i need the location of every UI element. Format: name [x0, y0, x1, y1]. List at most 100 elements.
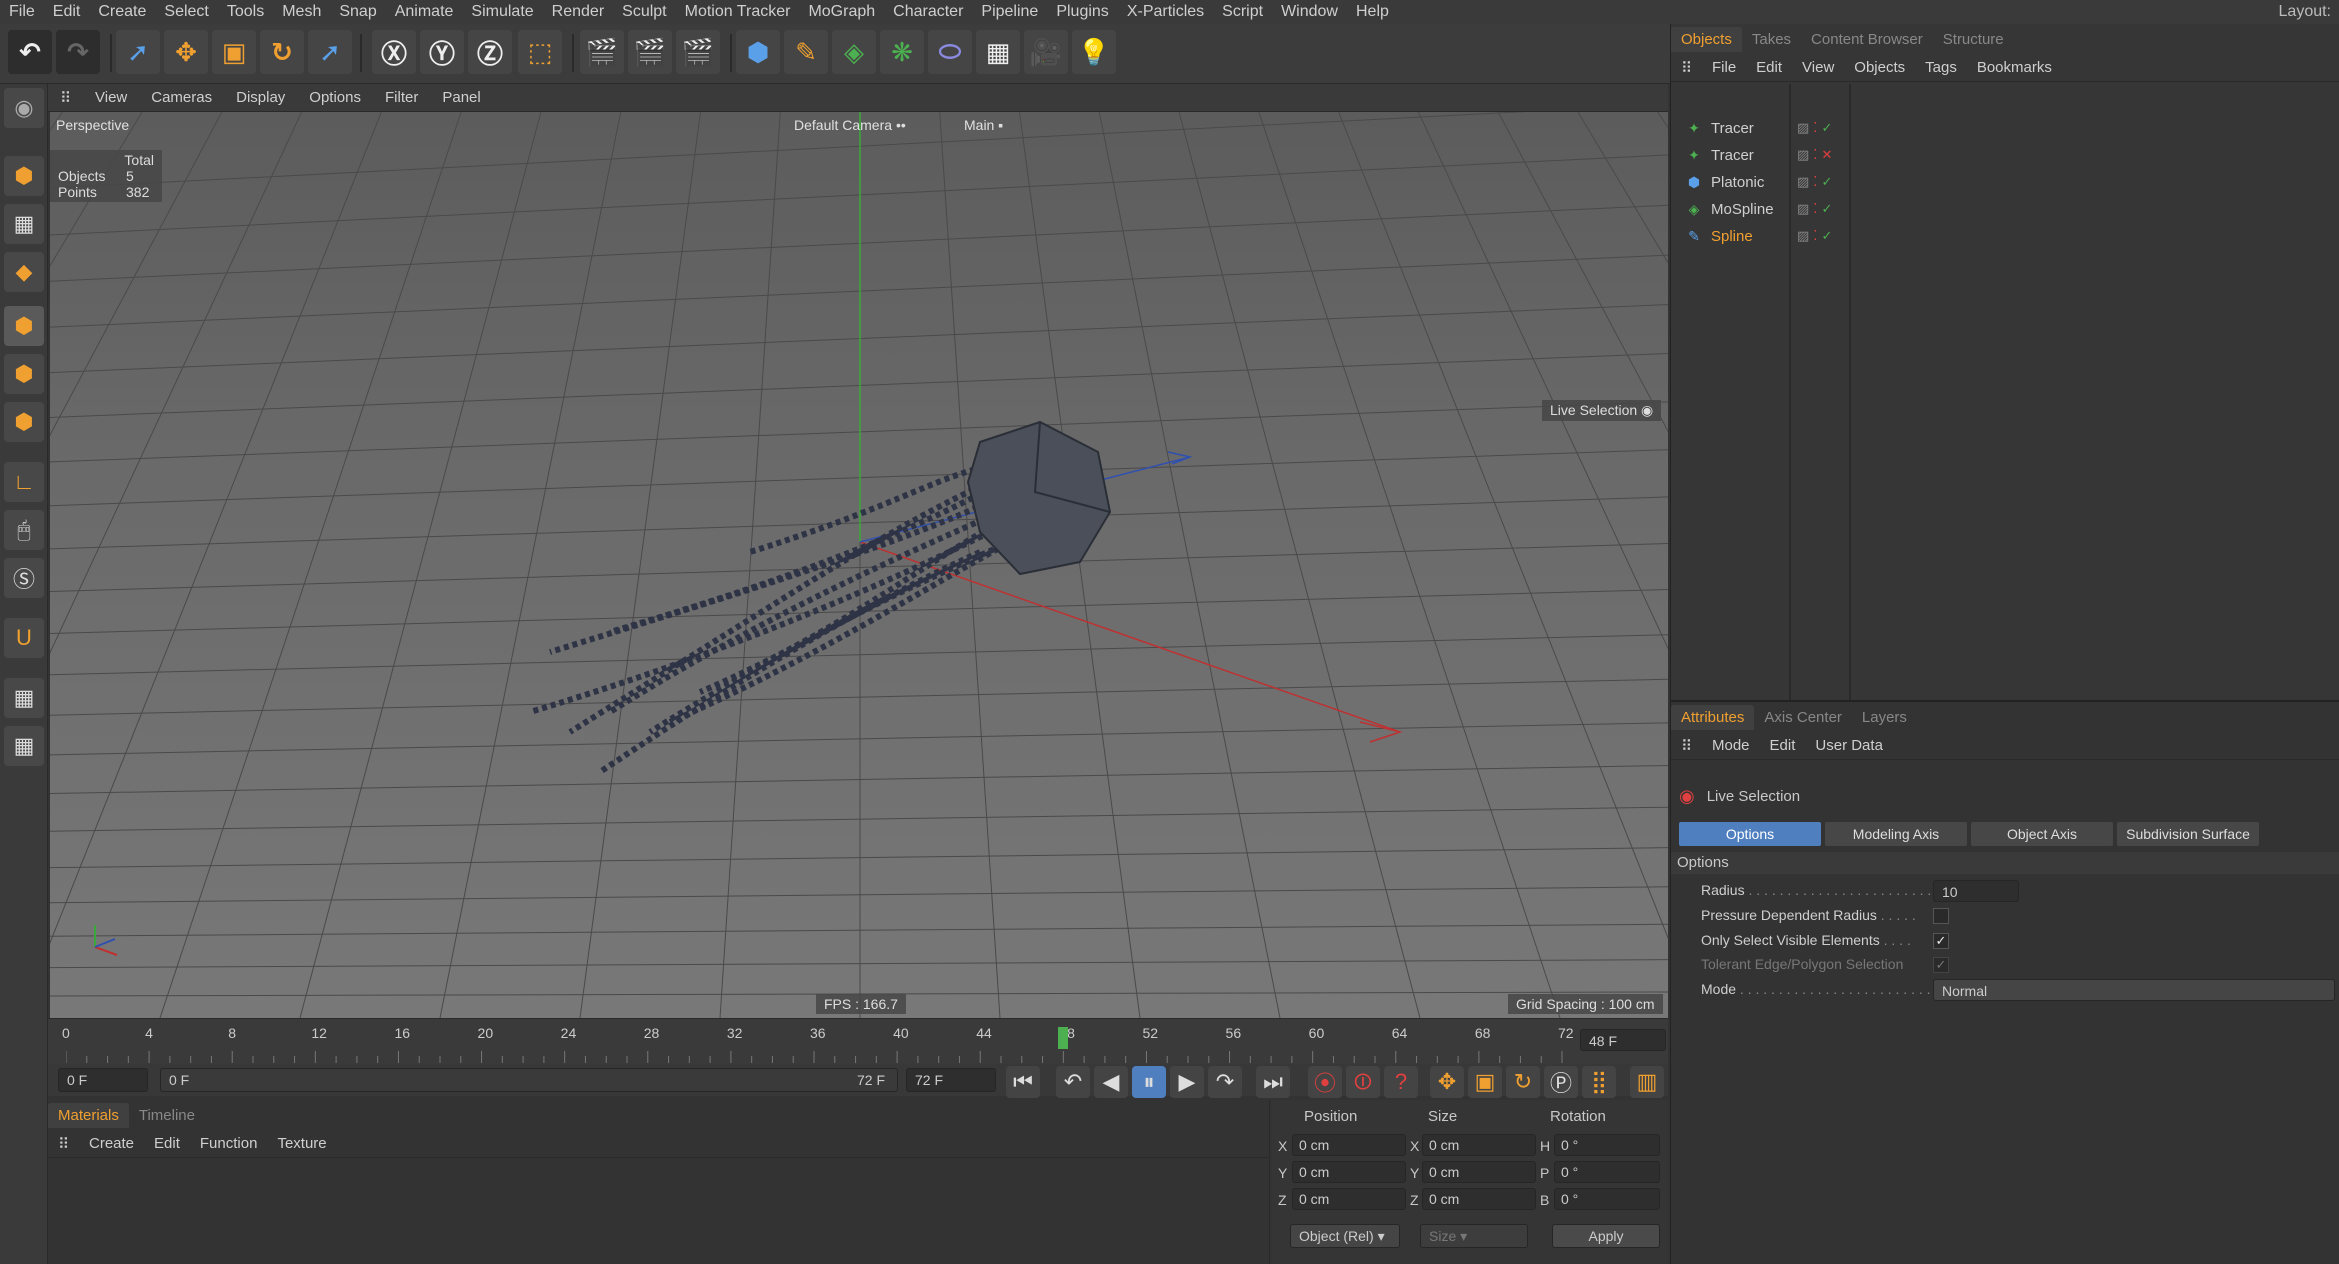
coordinate-system-button[interactable]: ⬚: [518, 30, 562, 74]
tab-materials[interactable]: Materials: [48, 1102, 129, 1128]
polygons-mode-icon[interactable]: ⬢: [4, 402, 44, 442]
record-position-button[interactable]: ✥: [1430, 1066, 1464, 1098]
viewport-menu-display[interactable]: Display: [224, 89, 297, 106]
pressure-radius-checkbox[interactable]: [1933, 908, 1949, 924]
layer-swatch-icon[interactable]: ▨: [1797, 120, 1809, 136]
object-menu-tags[interactable]: Tags: [1915, 59, 1967, 76]
object-row-tracer[interactable]: ✦ Tracer: [1685, 115, 1754, 141]
tab-attributes[interactable]: Attributes: [1671, 704, 1755, 730]
start-frame-field[interactable]: 0 F: [58, 1068, 148, 1092]
visibility-dots-icon[interactable]: ⁚: [1813, 201, 1817, 217]
menu-sculpt[interactable]: Sculpt: [613, 3, 675, 21]
layer-swatch-icon[interactable]: ▨: [1797, 228, 1809, 244]
layer-swatch-icon[interactable]: ▨: [1797, 174, 1809, 190]
snap-icon[interactable]: Ⓢ: [4, 558, 44, 598]
record-point-level-button[interactable]: ⣿: [1582, 1066, 1616, 1098]
axis-mode-icon[interactable]: ∟: [4, 462, 44, 502]
tab-takes[interactable]: Takes: [1742, 27, 1801, 52]
visibility-dots-icon[interactable]: ⁚: [1813, 174, 1817, 190]
edges-mode-icon[interactable]: ⬢: [4, 354, 44, 394]
material-menu-texture[interactable]: Texture: [267, 1135, 336, 1152]
menu-pipeline[interactable]: Pipeline: [972, 3, 1047, 21]
visible-elements-checkbox[interactable]: ✓: [1933, 933, 1949, 949]
texture-mode-icon[interactable]: ▦: [4, 204, 44, 244]
playhead-marker[interactable]: [1058, 1027, 1069, 1049]
visibility-dots-icon[interactable]: ⁚: [1813, 228, 1817, 244]
menu-x-particles[interactable]: X-Particles: [1118, 3, 1213, 21]
frame-range-slider[interactable]: 0 F 72 F: [160, 1068, 898, 1092]
object-row-spline[interactable]: ✎ Spline: [1685, 223, 1753, 249]
menu-character[interactable]: Character: [884, 3, 972, 21]
grid-icon[interactable]: ▦: [4, 726, 44, 766]
size-y-field[interactable]: 0 cm: [1422, 1161, 1536, 1183]
camera-label[interactable]: Default Camera ••: [794, 117, 906, 133]
layer-swatch-icon[interactable]: ▨: [1797, 201, 1809, 217]
coordinate-mode-select[interactable]: Object (Rel) ▾: [1290, 1224, 1400, 1248]
live-selection-tool-button[interactable]: ➚: [116, 30, 160, 74]
object-menu-objects[interactable]: Objects: [1844, 59, 1915, 76]
cloner-button[interactable]: ❋: [880, 30, 924, 74]
points-mode-icon[interactable]: ⬢: [4, 306, 44, 346]
mode-select[interactable]: Normal: [1933, 979, 2335, 1001]
pause-button[interactable]: ⏸: [1132, 1066, 1166, 1098]
goto-next-key-button[interactable]: ↷: [1208, 1066, 1242, 1098]
timeline-window-button[interactable]: ▥: [1630, 1066, 1664, 1098]
size-mode-select[interactable]: Size ▾: [1420, 1224, 1528, 1248]
scale-tool-button[interactable]: ▣: [212, 30, 256, 74]
position-x-field[interactable]: 0 cm: [1292, 1134, 1406, 1156]
viewport-menu-options[interactable]: Options: [297, 89, 373, 106]
menu-plugins[interactable]: Plugins: [1047, 3, 1117, 21]
viewport-menu-cameras[interactable]: Cameras: [139, 89, 224, 106]
radius-field[interactable]: 10: [1933, 880, 2019, 902]
menu-select[interactable]: Select: [155, 3, 217, 21]
attribute-menu-user-data[interactable]: User Data: [1805, 737, 1893, 754]
cube-object-button[interactable]: ⬢: [736, 30, 780, 74]
menu-mesh[interactable]: Mesh: [273, 3, 330, 21]
current-frame-field[interactable]: 48 F: [1580, 1029, 1666, 1051]
menu-file[interactable]: File: [0, 3, 44, 21]
make-editable-icon[interactable]: ◉: [4, 88, 44, 128]
tab-timeline[interactable]: Timeline: [129, 1103, 205, 1128]
x-axis-lock-button[interactable]: Ⓧ: [372, 30, 416, 74]
material-menu-create[interactable]: Create: [79, 1135, 144, 1152]
material-menu-edit[interactable]: Edit: [144, 1135, 190, 1152]
tolerant-selection-checkbox[interactable]: ✓: [1933, 957, 1949, 973]
object-menu-file[interactable]: File: [1702, 59, 1746, 76]
tab-axis-center[interactable]: Axis Center: [1754, 705, 1852, 730]
menu-window[interactable]: Window: [1272, 3, 1347, 21]
record-parameter-button[interactable]: Ⓟ: [1544, 1066, 1578, 1098]
enabled-status-icon[interactable]: ✓: [1821, 174, 1832, 190]
autokeying-button[interactable]: ⏼: [1346, 1066, 1380, 1098]
move-tool-button[interactable]: ✥: [164, 30, 208, 74]
object-row-tracer[interactable]: ✦ Tracer: [1685, 142, 1754, 168]
size-z-field[interactable]: 0 cm: [1422, 1188, 1536, 1210]
record-scale-button[interactable]: ▣: [1468, 1066, 1502, 1098]
3d-viewport[interactable]: Perspective Default Camera •• Main ▪ Tot…: [50, 112, 1668, 1018]
tab-layers[interactable]: Layers: [1852, 705, 1917, 730]
z-axis-lock-button[interactable]: Ⓩ: [468, 30, 512, 74]
pen-spline-button[interactable]: ✎: [784, 30, 828, 74]
magnet-icon[interactable]: U: [4, 618, 44, 658]
rotation-h-field[interactable]: 0 °: [1554, 1134, 1660, 1156]
floor-object-button[interactable]: ▦: [976, 30, 1020, 74]
goto-prev-key-button[interactable]: ↶: [1056, 1066, 1090, 1098]
tab-structure[interactable]: Structure: [1933, 27, 2014, 52]
undo-button[interactable]: ↶: [8, 30, 52, 74]
menu-mograph[interactable]: MoGraph: [799, 3, 884, 21]
y-axis-lock-button[interactable]: Ⓨ: [420, 30, 464, 74]
menu-render[interactable]: Render: [543, 3, 613, 21]
menu-script[interactable]: Script: [1213, 3, 1272, 21]
subdivision-surface-button[interactable]: ◈: [832, 30, 876, 74]
menu-help[interactable]: Help: [1347, 3, 1398, 21]
viewport-menu-filter[interactable]: Filter: [373, 89, 430, 106]
next-frame-button[interactable]: ▶: [1170, 1066, 1204, 1098]
layer-swatch-icon[interactable]: ▨: [1797, 147, 1809, 163]
render-picture-viewer-button[interactable]: 🎬: [628, 30, 672, 74]
prev-frame-button[interactable]: ◀: [1094, 1066, 1128, 1098]
apply-button[interactable]: Apply: [1552, 1224, 1660, 1248]
tab-content-browser[interactable]: Content Browser: [1801, 27, 1933, 52]
tab-object-axis[interactable]: Object Axis: [1971, 822, 2113, 846]
timeline-ruler[interactable]: 04812162024283236404448525660646872 48 F: [48, 1018, 1668, 1064]
position-z-field[interactable]: 0 cm: [1292, 1188, 1406, 1210]
tab-options[interactable]: Options: [1679, 822, 1821, 846]
